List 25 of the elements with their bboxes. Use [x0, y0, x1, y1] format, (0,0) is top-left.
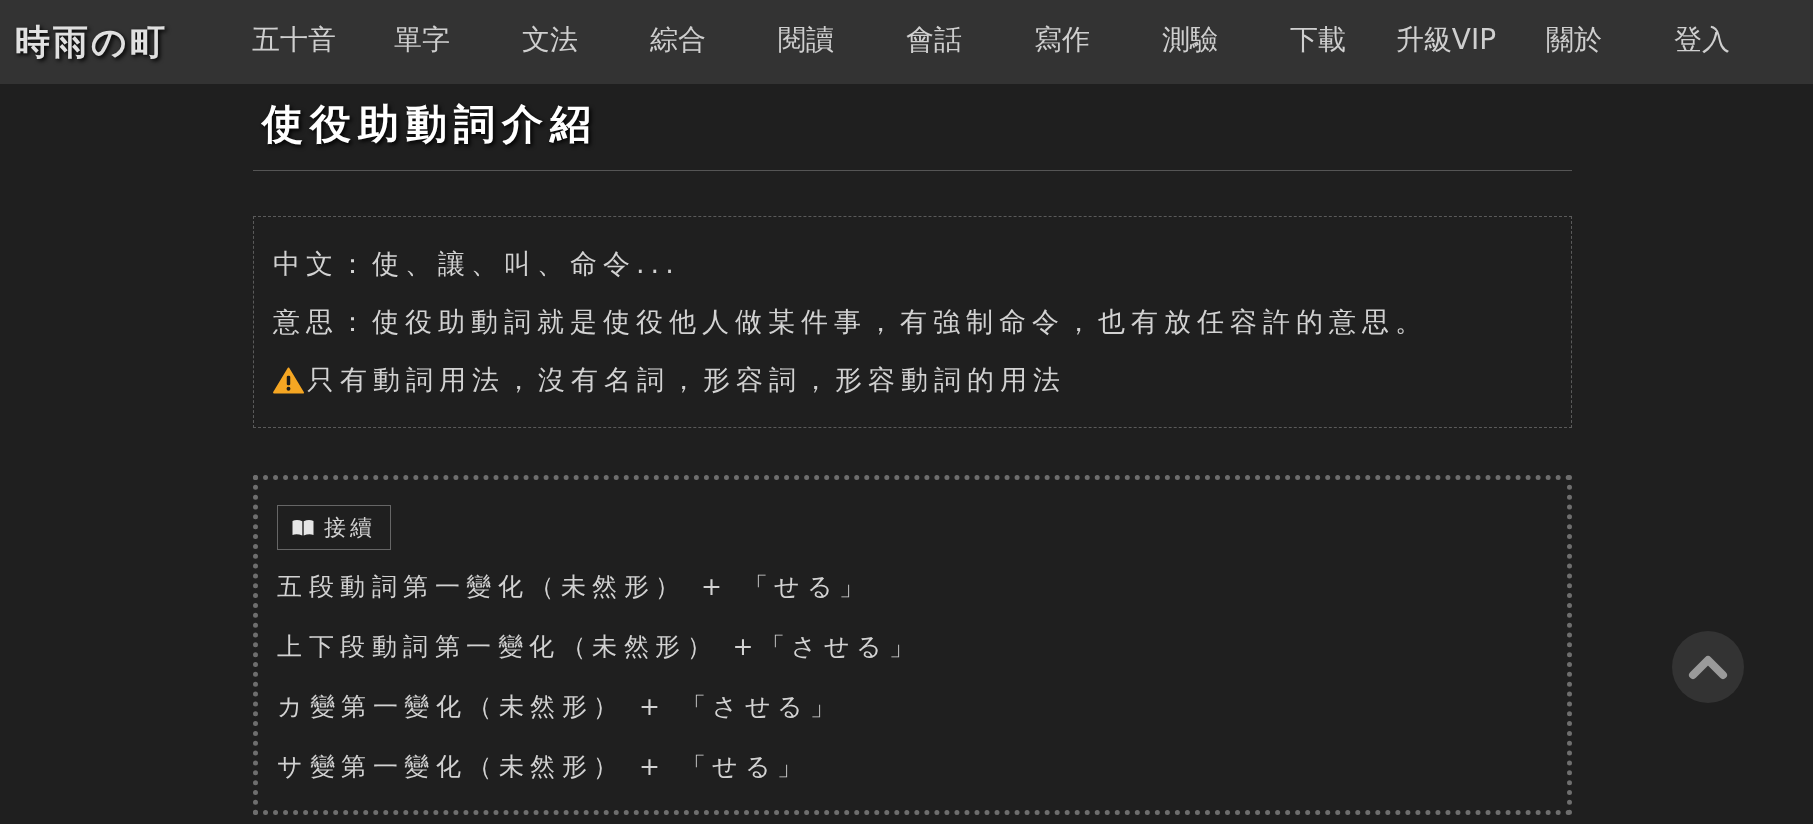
- conjugation-rule: カ變第一變化（未然形） + 「させる」: [277, 690, 842, 723]
- conjugation-rule: サ變第一變化（未然形） + 「せる」: [277, 750, 809, 783]
- conjugation-rule: 五段動詞第一變化（未然形） + 「せる」: [277, 570, 871, 603]
- section-heading: 接續: [324, 513, 376, 542]
- info-line: 意思：使役助動詞就是使役他人做某件事，有強制命令，也有放任容許的意思。: [273, 305, 1428, 339]
- nav-link[interactable]: 文法: [486, 21, 614, 59]
- nav-link[interactable]: 登入: [1638, 21, 1766, 59]
- warning-icon: [273, 366, 304, 394]
- warning-note: 只有動詞用法，沒有名詞，形容詞，形容動詞的用法: [307, 363, 1066, 397]
- nav-link[interactable]: 會話: [870, 21, 998, 59]
- nav-link[interactable]: 單字: [358, 21, 486, 59]
- book-icon: [292, 519, 314, 536]
- nav-link[interactable]: 寫作: [998, 21, 1126, 59]
- nav-link[interactable]: 閱讀: [742, 21, 870, 59]
- nav-link[interactable]: 關於: [1510, 21, 1638, 59]
- chevron-up-icon: [1688, 654, 1728, 680]
- info-line: 中文：使、讓、叫、命令...: [273, 247, 680, 281]
- nav-link[interactable]: 下載: [1254, 21, 1382, 59]
- nav-link[interactable]: 綜合: [614, 21, 742, 59]
- nav-link[interactable]: 升級VIP: [1382, 21, 1510, 59]
- conjugation-rule: 上下段動詞第一變化（未然形） +「させる」: [277, 630, 921, 663]
- site-logo[interactable]: 時雨の町: [0, 18, 230, 66]
- nav-link[interactable]: 測驗: [1126, 21, 1254, 59]
- nav-link[interactable]: 五十音: [230, 21, 358, 59]
- page-title: 使役助動詞介紹: [262, 99, 599, 150]
